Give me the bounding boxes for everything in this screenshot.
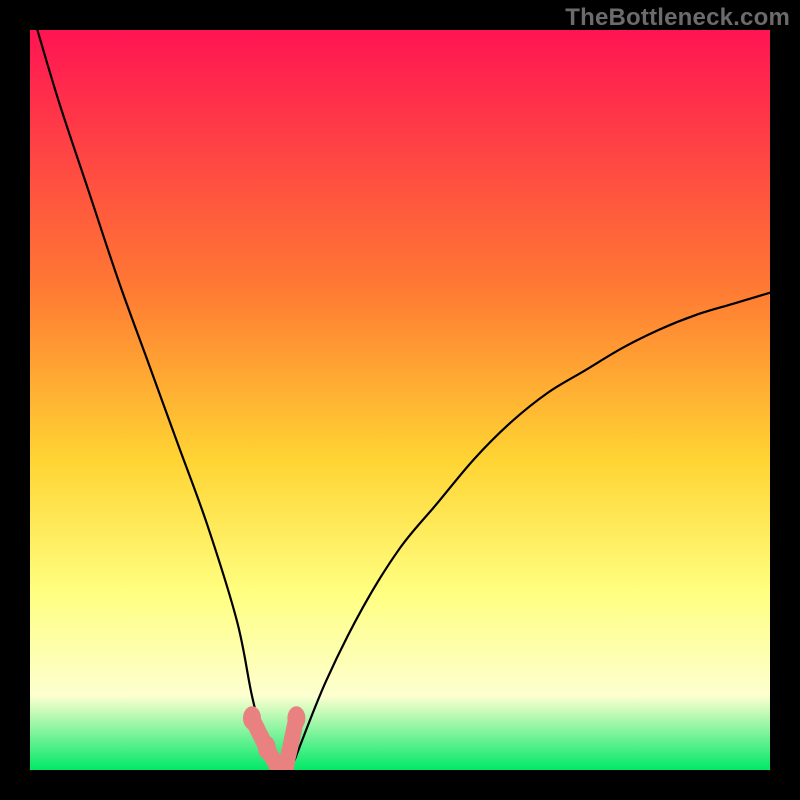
gradient-background — [30, 30, 770, 770]
marker-point — [243, 706, 261, 730]
bottleneck-chart — [30, 30, 770, 770]
watermark-text: TheBottleneck.com — [565, 4, 790, 32]
chart-frame: TheBottleneck.com — [0, 0, 800, 800]
marker-point — [287, 706, 305, 730]
